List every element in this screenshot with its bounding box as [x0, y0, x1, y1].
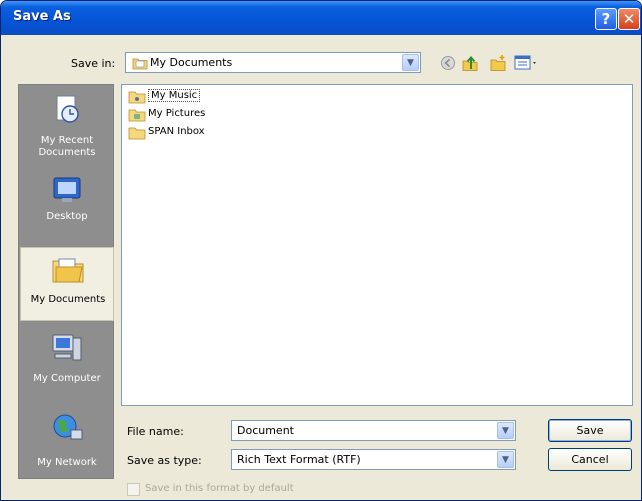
desktop-icon [53, 177, 81, 202]
close-button[interactable]: ✕ [618, 8, 640, 30]
new-folder-icon[interactable] [489, 54, 507, 72]
title-bar[interactable]: Save As ? ✕ [1, 1, 641, 35]
place-my-recent-documents[interactable]: My Recent Documents [20, 89, 114, 163]
chevron-down-icon[interactable]: ▼ [402, 54, 419, 71]
dialog-title: Save As [13, 9, 71, 24]
places-bar: My Recent Documents Desktop My Documents [18, 84, 114, 479]
up-folder-icon[interactable] [461, 54, 479, 72]
place-label: My Documents [30, 294, 106, 305]
folder-icon [128, 127, 146, 140]
file-name-label: File name: [127, 425, 184, 438]
place-my-computer[interactable]: My Computer [20, 327, 114, 401]
place-my-network[interactable]: My Network [20, 407, 114, 481]
save-in-label: Save in: [71, 57, 116, 70]
list-item-label: SPAN Inbox [148, 126, 205, 137]
save-button[interactable]: Save [548, 419, 632, 442]
place-label: My Network [37, 457, 97, 468]
my-network-icon [53, 414, 83, 440]
save-in-dropdown[interactable]: My Documents ▼ [125, 52, 421, 73]
help-icon: ? [601, 10, 611, 28]
default-format-checkbox[interactable] [127, 483, 140, 496]
place-label: My Recent Documents [38, 135, 96, 158]
place-my-documents[interactable]: My Documents [20, 247, 114, 321]
chevron-down-icon[interactable]: ▼ [497, 451, 514, 468]
place-label: Desktop [46, 211, 88, 222]
cancel-button[interactable]: Cancel [548, 448, 632, 471]
place-desktop[interactable]: Desktop [20, 169, 114, 243]
views-menu-icon[interactable] [514, 54, 540, 72]
file-name-field[interactable]: Document ▼ [231, 420, 516, 441]
recent-documents-icon [56, 95, 79, 123]
folder-icon [128, 91, 146, 104]
save-in-value: My Documents [150, 56, 233, 69]
close-icon: ✕ [622, 10, 636, 28]
list-item-label: My Music [148, 89, 201, 102]
file-list[interactable]: My Music My Pictures SPAN Inbox [121, 84, 633, 406]
save-as-dialog: Save As ? ✕ Save in: My Documents ▼ My R… [0, 0, 642, 501]
place-label: My Computer [33, 373, 101, 384]
help-button[interactable]: ? [595, 8, 617, 30]
save-as-type-dropdown[interactable]: Rich Text Format (RTF) ▼ [231, 449, 516, 470]
my-computer-icon [52, 334, 82, 361]
chevron-down-icon[interactable]: ▼ [497, 422, 514, 439]
save-as-type-label: Save as type: [127, 454, 202, 467]
folder-icon [128, 109, 146, 122]
my-documents-icon [52, 258, 84, 283]
default-format-checkbox-label: Save in this format by default [145, 483, 294, 494]
my-documents-folder-icon [132, 58, 148, 70]
back-icon[interactable] [439, 54, 457, 72]
save-as-type-value: Rich Text Format (RTF) [237, 453, 361, 466]
file-name-value: Document [237, 424, 294, 437]
list-item-label: My Pictures [148, 108, 206, 119]
